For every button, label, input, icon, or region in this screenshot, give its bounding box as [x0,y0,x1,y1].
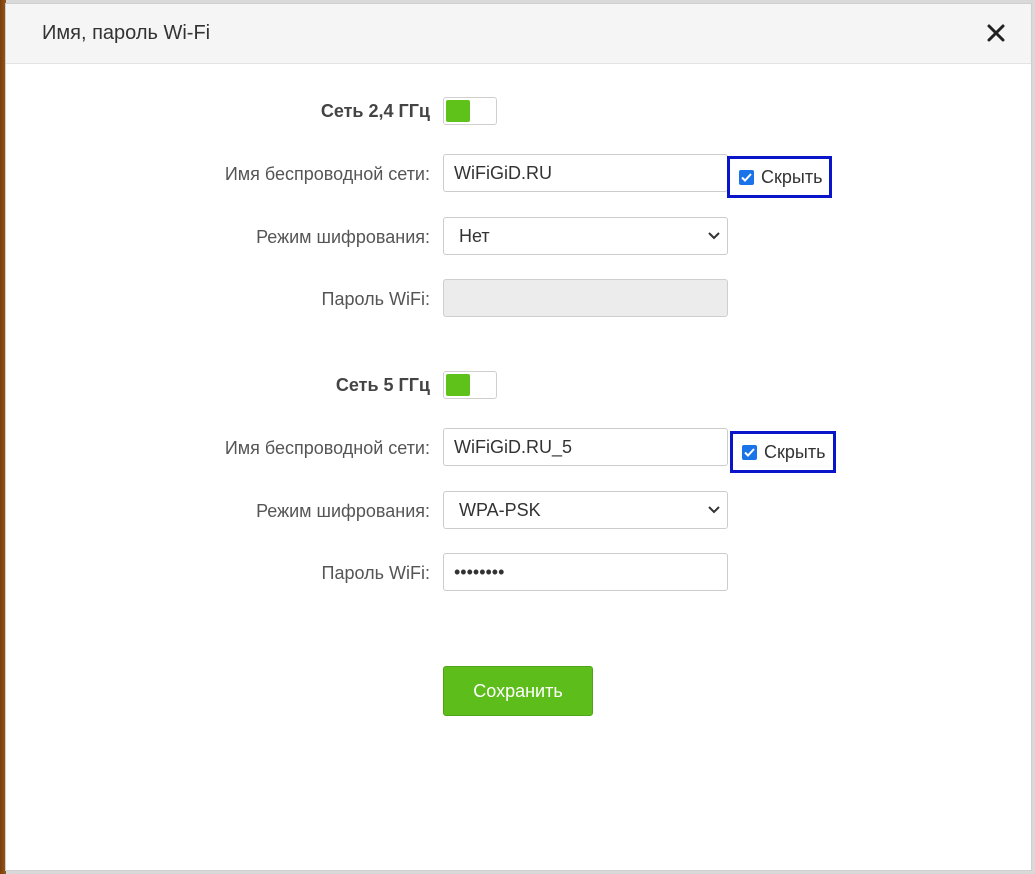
band-5-section-label: Сеть 5 ГГц [335,375,430,395]
band-5-encryption-row: Режим шифрования: WPA-PSK [6,491,1033,531]
band-24-password-input[interactable] [443,279,728,317]
band-24-header-row: Сеть 2,4 ГГц [6,91,1033,131]
band-24-section-label: Сеть 2,4 ГГц [320,101,430,121]
band-5-ssid-label: Имя беспроводной сети: [224,438,430,458]
band-24-toggle[interactable] [443,97,497,125]
checkbox-checked-icon [739,170,754,185]
chevron-down-icon [708,232,720,240]
band-5-encryption-value: WPA-PSK [459,500,541,520]
band-24-hide-label: Скрыть [761,167,823,187]
band-5-password-input[interactable] [443,553,728,591]
band-5-ssid-row: Имя беспроводной сети: Скрыть [6,428,1033,473]
toggle-knob [470,100,494,122]
save-button[interactable]: Сохранить [443,666,593,716]
band-24-encryption-select[interactable]: Нет [443,217,728,255]
band-5-header-row: Сеть 5 ГГц [6,365,1033,405]
band-24-password-label: Пароль WiFi: [321,289,430,309]
band-5-encryption-select[interactable]: WPA-PSK [443,491,728,529]
band-5-hide-label: Скрыть [764,442,826,462]
band-24-encryption-label: Режим шифрования: [256,227,430,247]
band-5-toggle[interactable] [443,371,497,399]
toggle-on-indicator [446,100,470,122]
band-24-encryption-value: Нет [459,226,490,246]
band-5-encryption-label: Режим шифрования: [256,501,430,521]
dialog-title: Имя, пароль Wi-Fi [42,22,211,44]
close-icon [987,24,1005,42]
band-24-encryption-row: Режим шифрования: Нет [6,217,1033,257]
wifi-settings-dialog: Имя, пароль Wi-Fi Сеть 2,4 ГГц Имя беспр… [5,3,1032,871]
checkbox-checked-icon [742,445,757,460]
band-24-password-row: Пароль WiFi: [6,279,1033,319]
close-button[interactable] [981,18,1011,48]
toggle-on-indicator [446,374,470,396]
band-5-ssid-input[interactable] [443,428,728,466]
band-24-hide-checkbox[interactable]: Скрыть [727,156,832,198]
chevron-down-icon [708,506,720,514]
dialog-header: Имя, пароль Wi-Fi [6,4,1031,64]
band-24-ssid-label: Имя беспроводной сети: [224,164,430,184]
toggle-knob [470,374,494,396]
band-24-ssid-row: Имя беспроводной сети: Скрыть [6,154,1033,198]
band-5-password-row: Пароль WiFi: [6,553,1033,593]
band-5-hide-checkbox[interactable]: Скрыть [730,431,836,473]
band-5-password-label: Пароль WiFi: [321,563,430,583]
band-24-ssid-input[interactable] [443,154,728,192]
